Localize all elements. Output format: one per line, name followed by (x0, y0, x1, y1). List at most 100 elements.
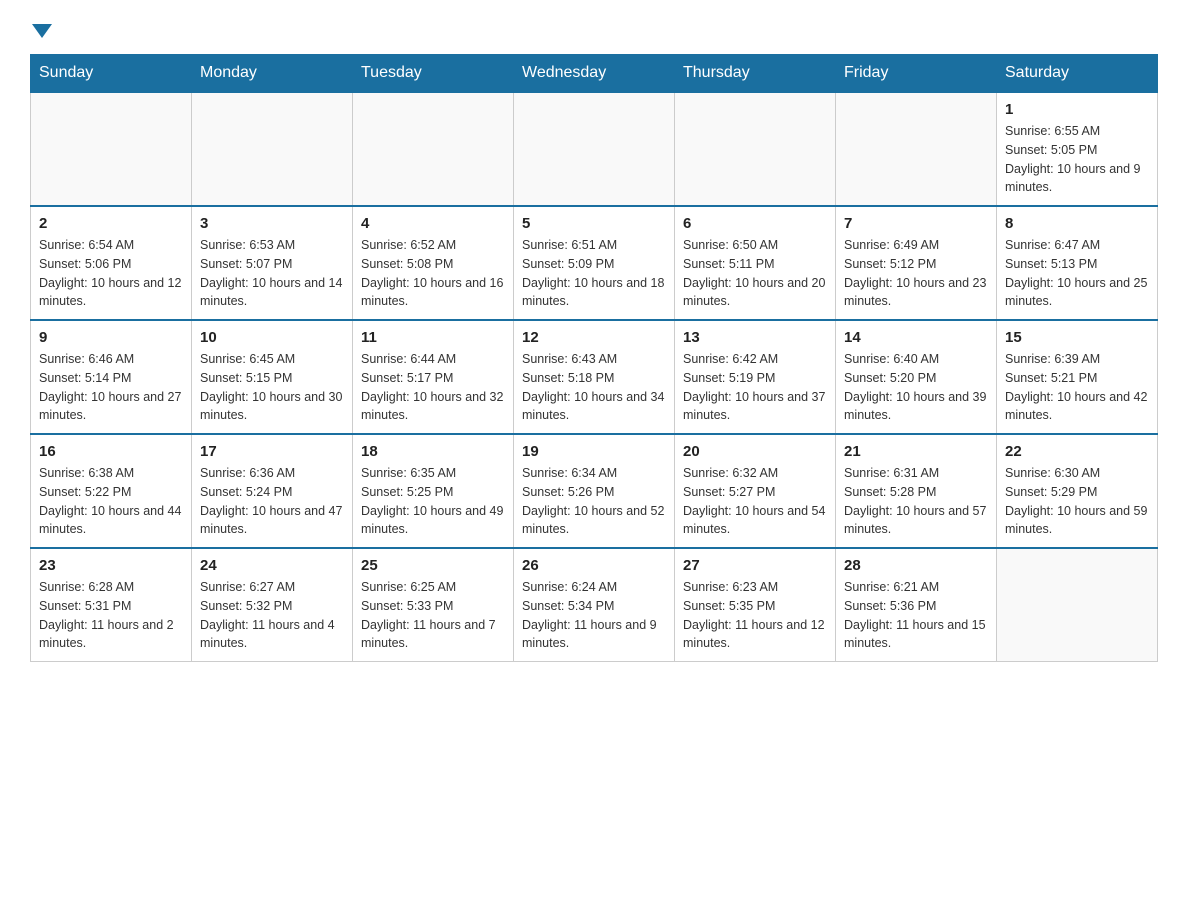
day-number: 20 (683, 443, 827, 460)
column-header-thursday: Thursday (675, 54, 836, 93)
calendar-header-row: SundayMondayTuesdayWednesdayThursdayFrid… (31, 54, 1158, 93)
calendar-cell: 24Sunrise: 6:27 AMSunset: 5:32 PMDayligh… (192, 548, 353, 662)
day-info: Sunrise: 6:54 AMSunset: 5:06 PMDaylight:… (39, 236, 183, 311)
day-number: 26 (522, 557, 666, 574)
calendar-cell (353, 93, 514, 207)
calendar-cell: 3 Sunrise: 6:53 AMSunset: 5:07 PMDaylight… (192, 206, 353, 320)
calendar-cell: 10Sunrise: 6:45 AMSunset: 5:15 PMDayligh… (192, 320, 353, 434)
day-info: Sunrise: 6:27 AMSunset: 5:32 PMDaylight:… (200, 578, 344, 653)
calendar-cell: 13 Sunrise: 6:42 AMSunset: 5:19 PMDayligh… (675, 320, 836, 434)
day-info: Sunrise: 6:34 AMSunset: 5:26 PMDaylight:… (522, 464, 666, 539)
calendar-cell: 27 Sunrise: 6:23 AMSunset: 5:35 PMDayligh… (675, 548, 836, 662)
calendar-week-row: 16 Sunrise: 6:38 AMSunset: 5:22 PMDayligh… (31, 434, 1158, 548)
day-number: 21 (844, 443, 988, 460)
calendar-cell: 18 Sunrise: 6:35 AMSunset: 5:25 PMDayligh… (353, 434, 514, 548)
calendar-cell: 17 Sunrise: 6:36 AMSunset: 5:24 PMDayligh… (192, 434, 353, 548)
day-info: Sunrise: 6:39 AMSunset: 5:21 PMDaylight:… (1005, 350, 1149, 425)
calendar-table: SundayMondayTuesdayWednesdayThursdayFrid… (30, 54, 1158, 662)
calendar-cell: 28 Sunrise: 6:21 AMSunset: 5:36 PMDayligh… (836, 548, 997, 662)
column-header-tuesday: Tuesday (353, 54, 514, 93)
day-info: Sunrise: 6:49 AMSunset: 5:12 PMDaylight:… (844, 236, 988, 311)
day-number: 2 (39, 215, 183, 232)
column-header-sunday: Sunday (31, 54, 192, 93)
calendar-cell: 12Sunrise: 6:43 AMSunset: 5:18 PMDayligh… (514, 320, 675, 434)
day-number: 11 (361, 329, 505, 346)
day-info: Sunrise: 6:28 AMSunset: 5:31 PMDaylight:… (39, 578, 183, 653)
calendar-cell: 1Sunrise: 6:55 AMSunset: 5:05 PMDaylight… (997, 93, 1158, 207)
day-number: 13 (683, 329, 827, 346)
day-info: Sunrise: 6:51 AMSunset: 5:09 PMDaylight:… (522, 236, 666, 311)
calendar-cell: 25 Sunrise: 6:25 AMSunset: 5:33 PMDayligh… (353, 548, 514, 662)
day-number: 25 (361, 557, 505, 574)
day-info: Sunrise: 6:50 AMSunset: 5:11 PMDaylight:… (683, 236, 827, 311)
day-number: 5 (522, 215, 666, 232)
calendar-cell: 9 Sunrise: 6:46 AMSunset: 5:14 PMDaylight… (31, 320, 192, 434)
calendar-cell: 21 Sunrise: 6:31 AMSunset: 5:28 PMDayligh… (836, 434, 997, 548)
day-number: 22 (1005, 443, 1149, 460)
day-number: 15 (1005, 329, 1149, 346)
calendar-cell: 11 Sunrise: 6:44 AMSunset: 5:17 PMDayligh… (353, 320, 514, 434)
day-info: Sunrise: 6:21 AMSunset: 5:36 PMDaylight:… (844, 578, 988, 653)
day-number: 19 (522, 443, 666, 460)
calendar-cell: 15 Sunrise: 6:39 AMSunset: 5:21 PMDayligh… (997, 320, 1158, 434)
day-info: Sunrise: 6:35 AMSunset: 5:25 PMDaylight:… (361, 464, 505, 539)
calendar-cell: 20 Sunrise: 6:32 AMSunset: 5:27 PMDayligh… (675, 434, 836, 548)
day-info: Sunrise: 6:25 AMSunset: 5:33 PMDaylight:… (361, 578, 505, 653)
day-info: Sunrise: 6:38 AMSunset: 5:22 PMDaylight:… (39, 464, 183, 539)
calendar-cell: 6 Sunrise: 6:50 AMSunset: 5:11 PMDaylight… (675, 206, 836, 320)
day-info: Sunrise: 6:40 AMSunset: 5:20 PMDaylight:… (844, 350, 988, 425)
day-info: Sunrise: 6:32 AMSunset: 5:27 PMDaylight:… (683, 464, 827, 539)
calendar-week-row: 2 Sunrise: 6:54 AMSunset: 5:06 PMDaylight… (31, 206, 1158, 320)
day-number: 28 (844, 557, 988, 574)
logo (30, 20, 52, 34)
day-info: Sunrise: 6:44 AMSunset: 5:17 PMDaylight:… (361, 350, 505, 425)
calendar-cell (675, 93, 836, 207)
calendar-cell: 4Sunrise: 6:52 AMSunset: 5:08 PMDaylight… (353, 206, 514, 320)
day-number: 27 (683, 557, 827, 574)
calendar-cell (31, 93, 192, 207)
day-info: Sunrise: 6:24 AMSunset: 5:34 PMDaylight:… (522, 578, 666, 653)
day-number: 3 (200, 215, 344, 232)
day-info: Sunrise: 6:55 AMSunset: 5:05 PMDaylight:… (1005, 122, 1149, 197)
day-info: Sunrise: 6:52 AMSunset: 5:08 PMDaylight:… (361, 236, 505, 311)
day-info: Sunrise: 6:36 AMSunset: 5:24 PMDaylight:… (200, 464, 344, 539)
logo-arrow-icon (32, 24, 52, 38)
column-header-saturday: Saturday (997, 54, 1158, 93)
column-header-wednesday: Wednesday (514, 54, 675, 93)
day-number: 14 (844, 329, 988, 346)
calendar-cell: 7Sunrise: 6:49 AMSunset: 5:12 PMDaylight… (836, 206, 997, 320)
day-info: Sunrise: 6:43 AMSunset: 5:18 PMDaylight:… (522, 350, 666, 425)
calendar-cell (836, 93, 997, 207)
calendar-cell: 16 Sunrise: 6:38 AMSunset: 5:22 PMDayligh… (31, 434, 192, 548)
day-number: 18 (361, 443, 505, 460)
calendar-cell: 22 Sunrise: 6:30 AMSunset: 5:29 PMDayligh… (997, 434, 1158, 548)
day-number: 23 (39, 557, 183, 574)
calendar-cell: 14 Sunrise: 6:40 AMSunset: 5:20 PMDayligh… (836, 320, 997, 434)
calendar-week-row: 1Sunrise: 6:55 AMSunset: 5:05 PMDaylight… (31, 93, 1158, 207)
day-info: Sunrise: 6:30 AMSunset: 5:29 PMDaylight:… (1005, 464, 1149, 539)
column-header-friday: Friday (836, 54, 997, 93)
day-number: 9 (39, 329, 183, 346)
day-info: Sunrise: 6:53 AMSunset: 5:07 PMDaylight:… (200, 236, 344, 311)
calendar-cell: 2 Sunrise: 6:54 AMSunset: 5:06 PMDaylight… (31, 206, 192, 320)
calendar-cell (514, 93, 675, 207)
calendar-cell: 23 Sunrise: 6:28 AMSunset: 5:31 PMDayligh… (31, 548, 192, 662)
day-number: 17 (200, 443, 344, 460)
day-info: Sunrise: 6:47 AMSunset: 5:13 PMDaylight:… (1005, 236, 1149, 311)
day-number: 6 (683, 215, 827, 232)
day-info: Sunrise: 6:45 AMSunset: 5:15 PMDaylight:… (200, 350, 344, 425)
calendar-cell: 5 Sunrise: 6:51 AMSunset: 5:09 PMDaylight… (514, 206, 675, 320)
column-header-monday: Monday (192, 54, 353, 93)
day-number: 16 (39, 443, 183, 460)
page-header (30, 20, 1158, 34)
calendar-cell: 8 Sunrise: 6:47 AMSunset: 5:13 PMDaylight… (997, 206, 1158, 320)
day-info: Sunrise: 6:42 AMSunset: 5:19 PMDaylight:… (683, 350, 827, 425)
calendar-cell: 19 Sunrise: 6:34 AMSunset: 5:26 PMDayligh… (514, 434, 675, 548)
day-info: Sunrise: 6:31 AMSunset: 5:28 PMDaylight:… (844, 464, 988, 539)
day-info: Sunrise: 6:23 AMSunset: 5:35 PMDaylight:… (683, 578, 827, 653)
day-number: 8 (1005, 215, 1149, 232)
calendar-week-row: 9 Sunrise: 6:46 AMSunset: 5:14 PMDaylight… (31, 320, 1158, 434)
day-info: Sunrise: 6:46 AMSunset: 5:14 PMDaylight:… (39, 350, 183, 425)
calendar-cell: 26 Sunrise: 6:24 AMSunset: 5:34 PMDayligh… (514, 548, 675, 662)
calendar-cell (192, 93, 353, 207)
